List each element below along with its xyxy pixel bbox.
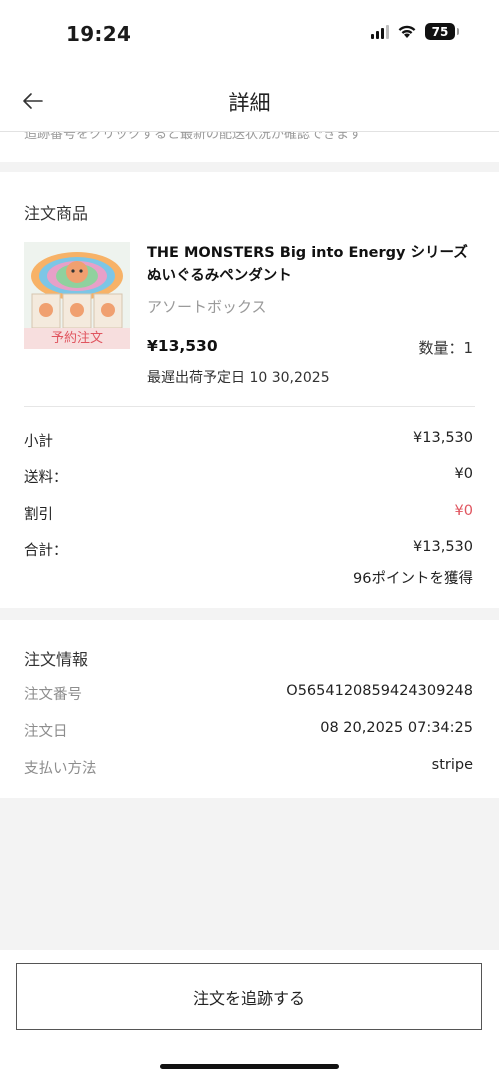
- tracking-hint: 追跡番号をクリックすると最新の配送状況が確認できます: [0, 132, 499, 162]
- nav-bar: 詳細: [0, 68, 499, 132]
- signal-icon: [371, 24, 389, 39]
- total-value: ¥13,530: [413, 539, 473, 555]
- product-variant: アソートボックス: [147, 298, 267, 316]
- divider: [24, 406, 475, 407]
- product-name[interactable]: THE MONSTERS Big into Energy シリーズ ぬいぐるみペ…: [147, 242, 477, 288]
- total-label: 合計：: [24, 543, 68, 559]
- order-date-label: 注文日: [24, 724, 68, 740]
- preorder-badge: 予約注文: [24, 328, 130, 349]
- status-bar: 19:24 75: [0, 0, 499, 68]
- wifi-icon: [398, 25, 416, 38]
- subtotal-value: ¥13,530: [413, 430, 473, 446]
- battery-level: 75: [431, 24, 449, 39]
- order-number-value[interactable]: O565412085942430924​8: [286, 683, 473, 699]
- subtotal-label: 小計: [24, 434, 53, 450]
- ship-date: 最遅出荷予定日 10 30,2025: [147, 370, 330, 386]
- ordered-products-card: 注文商品 予約注文 THE MONSTERS Big into Energy シ…: [0, 172, 499, 608]
- page-title: 詳細: [228, 91, 271, 115]
- section-title-products: 注文商品: [24, 204, 89, 223]
- payment-method-value: stripe: [431, 757, 473, 773]
- points-earned: 96ポイントを獲得: [353, 571, 473, 587]
- section-title-order-info: 注文情報: [24, 650, 89, 669]
- order-info-card: 注文情報 注文番号 O565412085942430924​8 注文日 08 2…: [0, 620, 499, 798]
- tracking-hint-text: 追跡番号をクリックすると最新の配送状況が確認できます: [24, 132, 363, 142]
- shipping-label: 送料：: [24, 470, 68, 486]
- battery-icon: 75: [425, 23, 459, 40]
- order-number-label: 注文番号: [24, 687, 82, 703]
- product-quantity: 数量：1: [418, 339, 473, 357]
- status-time: 19:24: [66, 22, 132, 46]
- discount-value: ¥0: [454, 503, 473, 519]
- track-order-button[interactable]: 注文を追跡する: [16, 963, 482, 1030]
- payment-method-label: 支払い方法: [24, 761, 97, 777]
- status-icons: 75: [371, 23, 459, 40]
- order-date-value: 08 20,2025 07:34:25: [320, 720, 473, 736]
- discount-label: 割引: [24, 507, 53, 523]
- product-price: ¥13,530: [147, 337, 218, 355]
- shipping-value: ¥0: [454, 466, 473, 482]
- home-indicator: [160, 1064, 339, 1069]
